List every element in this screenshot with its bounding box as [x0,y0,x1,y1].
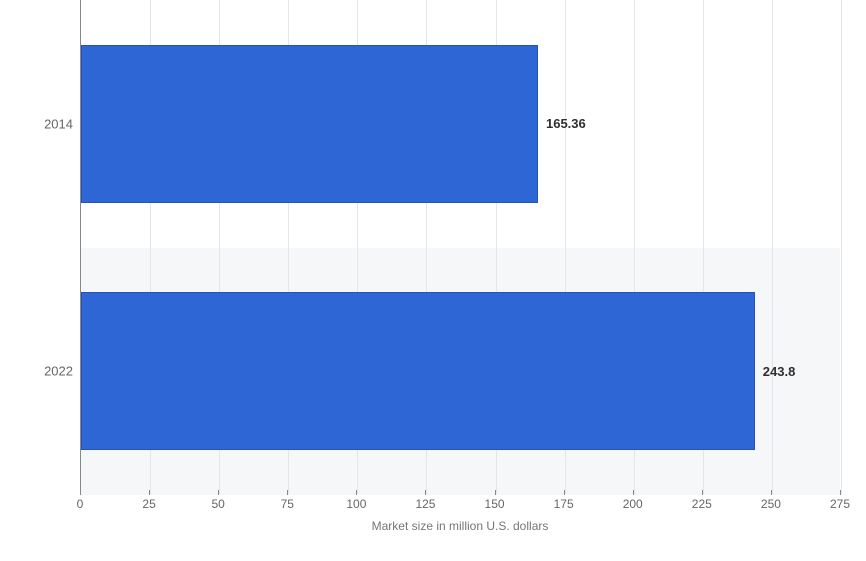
x-axis-title: Market size in million U.S. dollars [80,519,840,533]
x-tick-mark [80,490,81,495]
x-tick-label: 175 [554,497,574,511]
bar[interactable] [81,45,538,203]
bar[interactable] [81,292,755,450]
x-tick-label: 125 [415,497,435,511]
bar-row: 165.36 [81,45,840,203]
y-tick-label: 2014 [23,116,73,131]
x-axis-ticks: 0255075100125150175200225250275 [80,495,840,517]
x-tick-mark [495,490,496,495]
bar-chart: 165.362014243.82022 02550751001251501752… [0,0,866,561]
x-tick-label: 200 [623,497,643,511]
x-tick-mark [149,490,150,495]
x-tick-label: 250 [761,497,781,511]
x-tick-mark [356,490,357,495]
x-tick-label: 0 [77,497,84,511]
x-tick-mark [287,490,288,495]
y-tick-label: 2022 [23,364,73,379]
x-tick-label: 225 [692,497,712,511]
x-tick-mark [702,490,703,495]
x-tick-label: 275 [830,497,850,511]
x-tick-label: 100 [346,497,366,511]
bar-row: 243.8 [81,292,840,450]
x-tick-label: 50 [211,497,224,511]
x-tick-mark [771,490,772,495]
x-tick-mark [840,490,841,495]
bar-value-label: 165.36 [546,116,586,131]
x-tick-mark [564,490,565,495]
x-tick-mark [633,490,634,495]
x-tick-label: 150 [485,497,505,511]
x-tick-label: 25 [142,497,155,511]
gridline [841,0,842,494]
x-tick-label: 75 [281,497,294,511]
bar-value-label: 243.8 [763,364,796,379]
x-tick-mark [425,490,426,495]
x-tick-mark [218,490,219,495]
plot-area: 165.362014243.82022 [80,0,840,495]
